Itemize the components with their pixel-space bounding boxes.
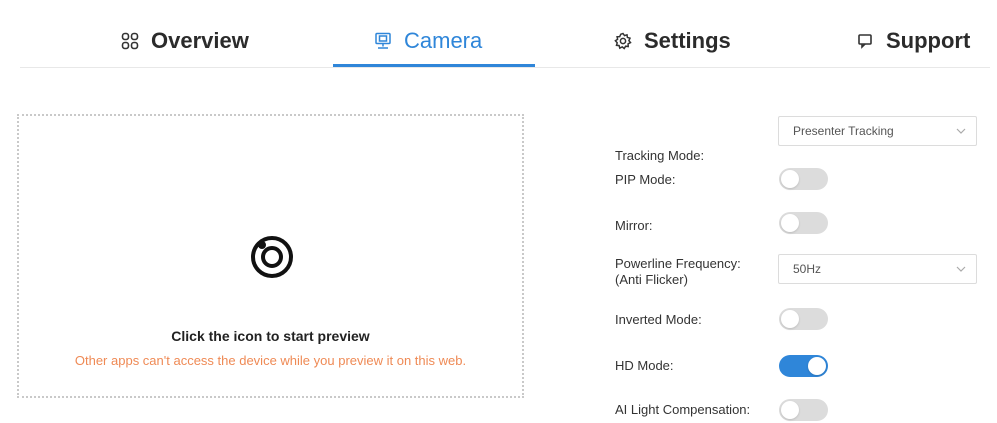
tab-settings[interactable]: Settings (614, 26, 731, 56)
gear-icon (614, 32, 632, 50)
chevron-down-icon (956, 128, 966, 134)
tab-support[interactable]: Support (856, 26, 970, 56)
pip-mode-toggle[interactable] (779, 168, 828, 190)
tab-settings-label: Settings (644, 28, 731, 53)
tab-overview-label: Overview (151, 28, 249, 53)
powerline-label-line2: (Anti Flicker) (615, 272, 688, 287)
powerline-frequency-select[interactable]: 50Hz (778, 254, 977, 284)
chevron-down-icon (956, 266, 966, 272)
inverted-mode-toggle[interactable] (779, 308, 828, 330)
preview-instruction: Click the icon to start preview (171, 328, 370, 344)
powerline-label: Powerline Frequency: (Anti Flicker) (615, 256, 741, 288)
toggle-knob (781, 170, 799, 188)
grid-icon (121, 32, 139, 50)
hd-mode-toggle[interactable] (779, 355, 828, 377)
tab-camera-label: Camera (404, 28, 483, 53)
pip-mode-label: PIP Mode: (615, 172, 676, 187)
hd-mode-label: HD Mode: (615, 358, 674, 373)
tracking-mode-label: Tracking Mode: (615, 148, 705, 163)
camera-icon (374, 32, 392, 50)
powerline-frequency-value: 50Hz (793, 262, 822, 276)
toggle-knob (781, 310, 799, 328)
powerline-label-line1: Powerline Frequency: (615, 256, 741, 271)
tracking-mode-select[interactable]: Presenter Tracking (778, 116, 977, 146)
active-tab-indicator (333, 64, 535, 67)
tab-camera[interactable]: Camera (374, 26, 482, 56)
toggle-knob (781, 401, 799, 419)
lens-icon (251, 236, 293, 278)
tab-support-label: Support (886, 28, 971, 53)
camera-preview-area: Click the icon to start preview Other ap… (17, 114, 524, 398)
preview-warning: Other apps can't access the device while… (74, 353, 467, 368)
tab-overview[interactable]: Overview (121, 26, 249, 56)
toggle-knob (781, 214, 799, 232)
toggle-knob (808, 357, 826, 375)
mirror-toggle[interactable] (779, 212, 828, 234)
start-preview-button[interactable] (249, 234, 295, 280)
chat-icon (856, 32, 874, 50)
tab-bar: Overview Camera Settings Support (20, 0, 990, 68)
inverted-mode-label: Inverted Mode: (615, 312, 702, 327)
ai-light-compensation-toggle[interactable] (779, 399, 828, 421)
mirror-label: Mirror: (615, 218, 653, 233)
tracking-mode-value: Presenter Tracking (793, 124, 894, 138)
ai-light-compensation-label: AI Light Compensation: (615, 402, 751, 417)
